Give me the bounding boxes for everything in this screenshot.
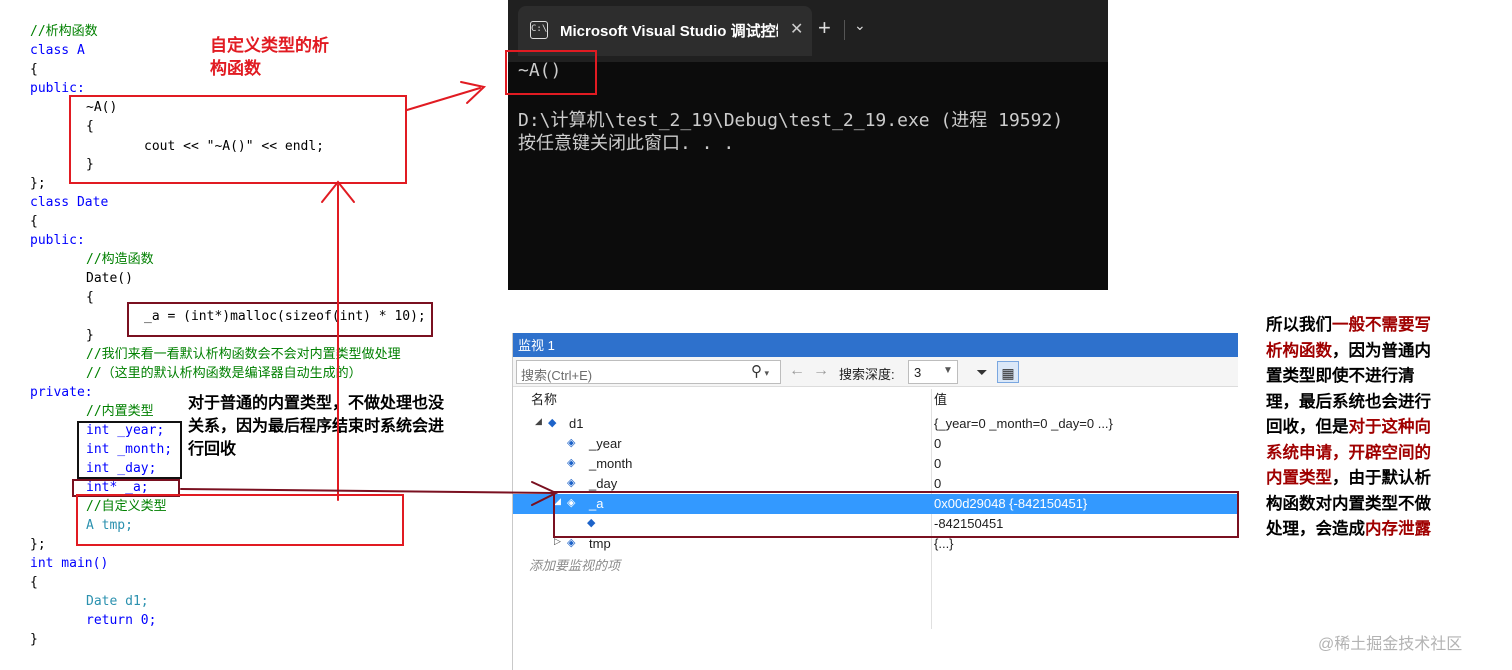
annotation-arrows [180,81,559,506]
arrow-to-output [406,87,481,111]
arrow-to-watch [180,488,554,494]
